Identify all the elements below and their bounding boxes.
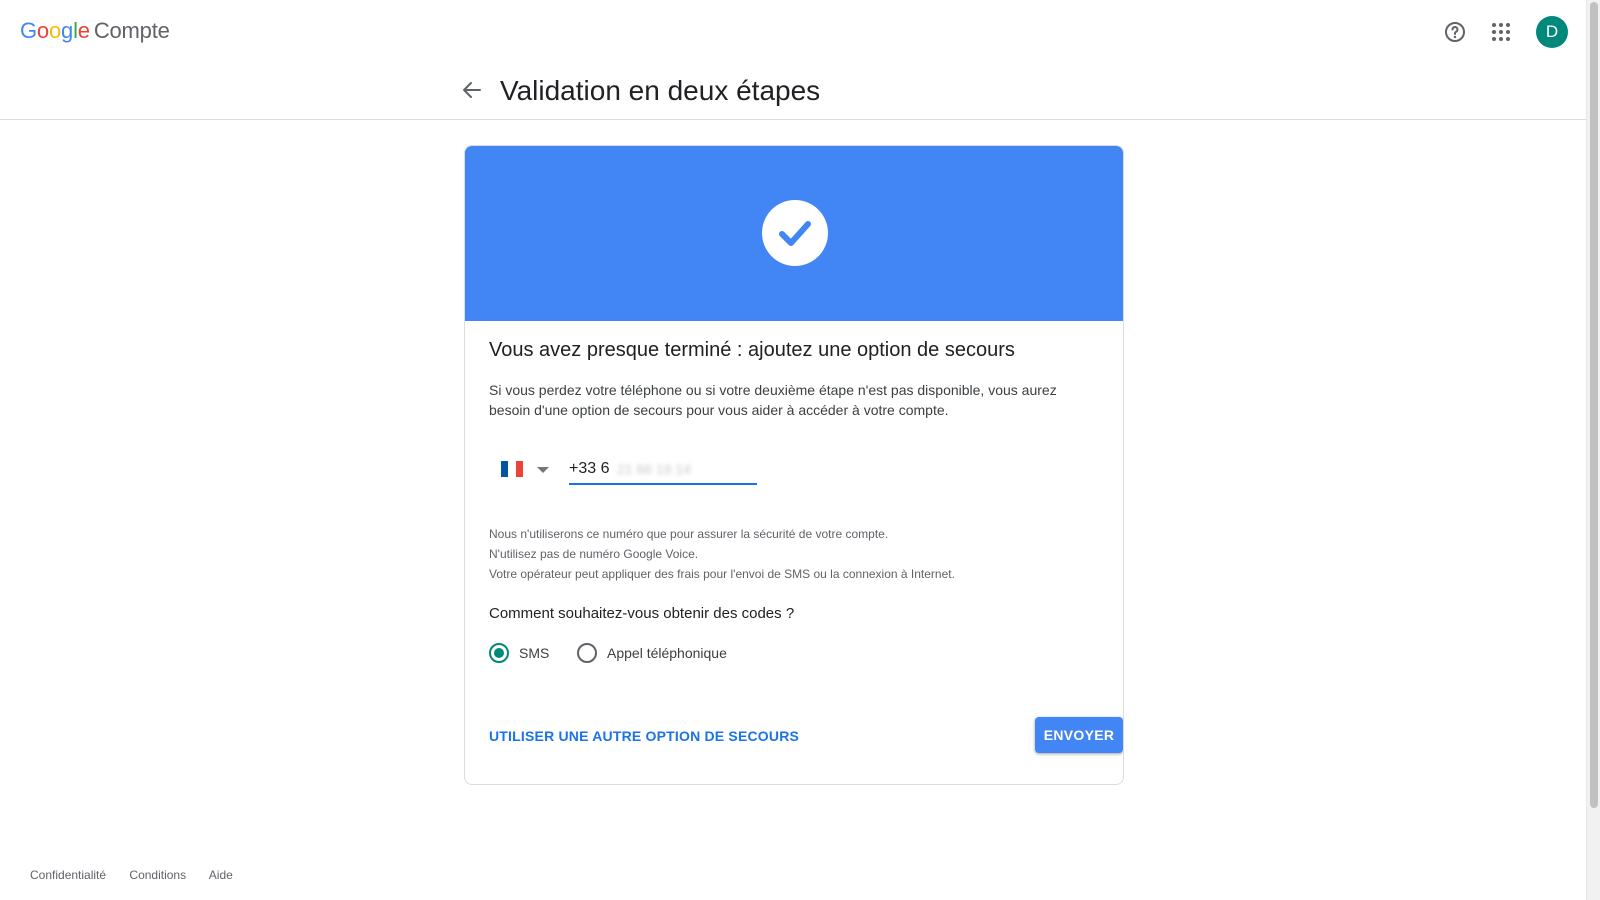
logo-letter: g (61, 18, 74, 43)
code-method-options: SMS Appel téléphonique (489, 641, 1089, 665)
footer-link-terms[interactable]: Conditions (129, 868, 186, 882)
google-account-logo[interactable]: Google Compte (20, 18, 170, 44)
page-title: Validation en deux étapes (500, 75, 821, 106)
card-description: Si vous perdez votre téléphone ou si vot… (489, 382, 1057, 418)
france-flag-icon (501, 461, 523, 477)
logo-letter: G (20, 18, 37, 43)
product-name: Compte (93, 18, 170, 43)
note-line: N'utilisez pas de numéro Google Voice. (489, 547, 699, 561)
footer: Confidentialité Conditions Aide (30, 868, 253, 882)
phone-number-row: 21 66 19 14 (489, 449, 1089, 489)
other-backup-option-link[interactable]: UTILISER UNE AUTRE OPTION DE SECOURS (489, 728, 799, 744)
backup-option-card: Vous avez presque terminé : ajoutez une … (464, 145, 1124, 785)
logo-letter: o (36, 18, 49, 43)
top-bar: Google Compte D (0, 0, 1586, 64)
footer-link-help[interactable]: Aide (209, 868, 233, 882)
note-line: Nous n'utiliserons ce numéro que pour as… (489, 527, 889, 541)
radio-option-sms[interactable]: SMS (489, 641, 549, 665)
radio-option-phone-call[interactable]: Appel téléphonique (577, 641, 727, 665)
check-circle-icon (762, 200, 828, 266)
phone-notes: Nous n'utiliserons ce numéro que pour as… (489, 524, 955, 584)
radio-label: Appel téléphonique (607, 645, 727, 661)
radio-button-selected[interactable] (489, 643, 509, 663)
page-header: Validation en deux étapes (0, 64, 1586, 120)
chevron-down-icon (537, 467, 549, 473)
help-icon[interactable] (1443, 20, 1467, 44)
send-button[interactable]: ENVOYER (1035, 717, 1123, 753)
arrow-back-icon[interactable] (460, 78, 484, 102)
note-line: Votre opérateur peut appliquer des frais… (489, 567, 955, 581)
apps-grid-icon[interactable] (1489, 20, 1513, 44)
scrollbar-thumb[interactable] (1590, 2, 1598, 808)
footer-link-privacy[interactable]: Confidentialité (30, 868, 106, 882)
country-selector[interactable] (501, 461, 555, 483)
phone-number-blurred: 21 66 19 14 (617, 461, 691, 477)
logo-letter: o (48, 18, 62, 43)
avatar[interactable]: D (1536, 16, 1568, 48)
radio-label: SMS (519, 645, 550, 661)
card-content: Vous avez presque terminé : ajoutez une … (489, 321, 1123, 753)
scrollbar[interactable] (1586, 0, 1600, 900)
code-method-question: Comment souhaitez-vous obtenir des codes… (489, 605, 795, 622)
logo-letter: e (77, 18, 90, 43)
success-banner (465, 146, 1123, 321)
card-heading: Vous avez presque terminé : ajoutez une … (489, 339, 1015, 361)
radio-button[interactable] (577, 643, 597, 663)
